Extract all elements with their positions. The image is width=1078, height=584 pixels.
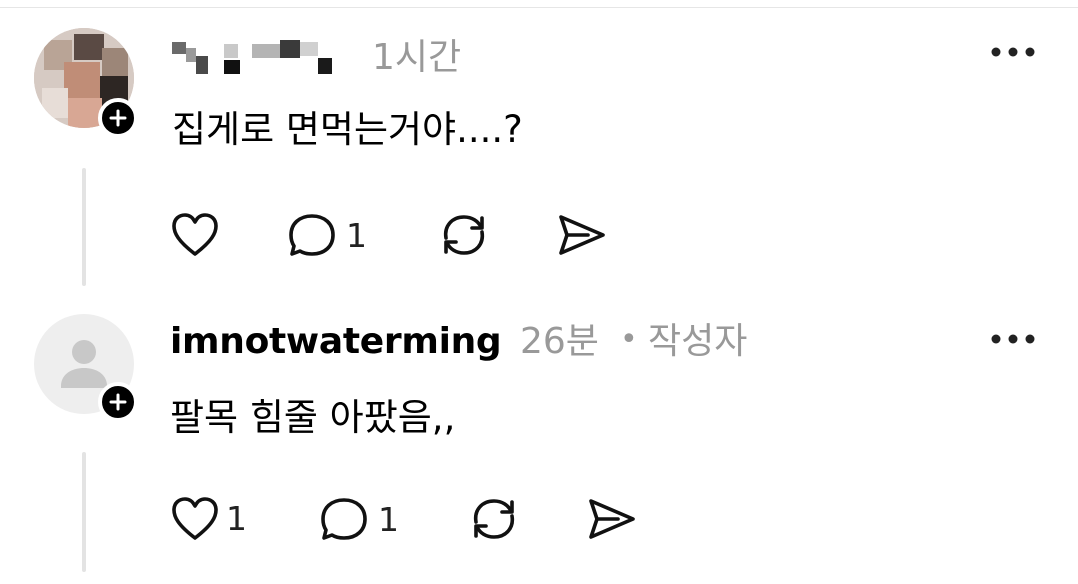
comment-text: 팔목 힘줄 아팠음,, bbox=[170, 396, 456, 439]
top-divider bbox=[0, 7, 1078, 8]
post-time: 26분 bbox=[520, 321, 599, 362]
reply-button[interactable]: 1 bbox=[288, 212, 367, 260]
like-button[interactable] bbox=[170, 212, 226, 258]
comment-text: 집게로 면먹는거야....? bbox=[172, 108, 523, 151]
plus-icon bbox=[109, 109, 127, 127]
reply-count: 1 bbox=[378, 500, 399, 539]
repost-button[interactable] bbox=[438, 210, 490, 260]
post-time: 1시간 bbox=[372, 37, 462, 78]
repost-button[interactable] bbox=[468, 494, 520, 544]
share-icon bbox=[559, 215, 605, 255]
repost-icon bbox=[443, 215, 485, 255]
author-name[interactable]: imnotwaterming bbox=[170, 320, 502, 364]
more-icon[interactable] bbox=[990, 46, 1036, 58]
meta-separator: • bbox=[620, 322, 638, 357]
share-button[interactable] bbox=[586, 496, 638, 542]
author-name-redacted[interactable] bbox=[172, 38, 342, 78]
heart-icon bbox=[172, 213, 218, 256]
author-tag: 작성자 bbox=[648, 321, 748, 362]
comment-icon bbox=[289, 214, 335, 256]
reply-button[interactable]: 1 bbox=[320, 496, 399, 544]
comment-icon bbox=[321, 498, 367, 540]
heart-icon bbox=[172, 497, 218, 540]
share-icon bbox=[589, 499, 635, 539]
share-button[interactable] bbox=[556, 212, 608, 258]
plus-icon bbox=[109, 393, 127, 411]
reply-count: 1 bbox=[346, 216, 367, 255]
follow-plus-button[interactable] bbox=[98, 98, 138, 138]
follow-plus-button[interactable] bbox=[98, 382, 138, 422]
thread-line bbox=[82, 168, 86, 286]
repost-icon bbox=[473, 499, 515, 539]
like-button[interactable]: 1 bbox=[170, 496, 247, 542]
like-count: 1 bbox=[226, 499, 247, 538]
more-icon[interactable] bbox=[990, 333, 1036, 345]
thread-line bbox=[82, 452, 86, 572]
